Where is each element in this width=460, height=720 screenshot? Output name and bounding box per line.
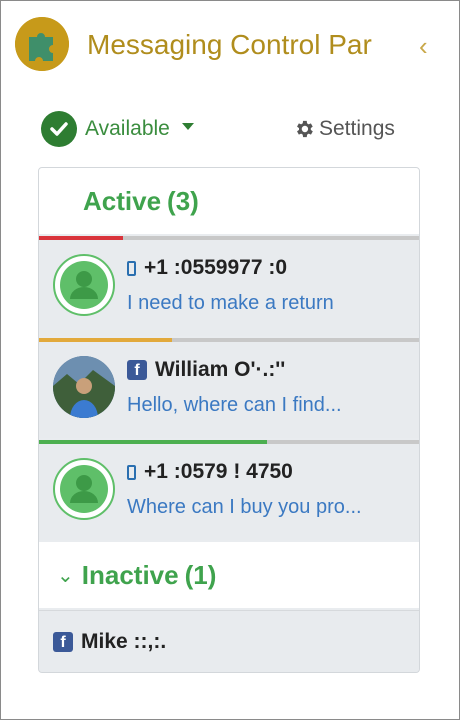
conversation-name: +1 :0579 ! 4750 xyxy=(144,460,293,483)
timer-bar xyxy=(39,440,419,444)
timer-bar-fill xyxy=(39,338,172,342)
conversation-item[interactable]: f William O'·.:'' Hello, where can I fin… xyxy=(39,338,419,438)
inactive-label: Inactive xyxy=(81,559,179,590)
conversation-list: Active (3) +1 :0559977 :0 I need to make… xyxy=(38,167,420,673)
inactive-conversation-item[interactable]: f Mike ::,:. xyxy=(39,610,419,672)
user-photo-avatar xyxy=(53,356,115,418)
timer-bar-fill xyxy=(39,440,267,444)
facebook-icon: f xyxy=(53,631,73,652)
conversation-name: William O'·.:'' xyxy=(155,358,286,381)
user-avatar-icon xyxy=(53,254,115,316)
user-avatar-icon xyxy=(53,458,115,520)
settings-button[interactable]: Settings xyxy=(293,117,395,141)
timer-bar-fill xyxy=(39,236,123,240)
inactive-count: (1) xyxy=(184,559,217,590)
settings-label: Settings xyxy=(319,117,395,140)
inactive-section-header[interactable]: ⌄ Inactive (1) xyxy=(39,542,419,608)
check-circle-icon xyxy=(41,111,77,147)
conversation-item[interactable]: +1 :0579 ! 4750 Where can I buy you pro.… xyxy=(39,440,419,540)
active-count: (3) xyxy=(167,185,199,216)
gear-icon xyxy=(297,120,313,138)
chevron-down-icon: ⌄ xyxy=(57,564,74,587)
messaging-panel-window: Messaging Control Par ‹ Available Settin… xyxy=(0,0,460,720)
active-section-header[interactable]: Active (3) xyxy=(39,168,419,234)
puzzle-logo-icon xyxy=(15,17,69,71)
conversation-preview: Where can I buy you pro... xyxy=(127,496,362,518)
availability-label: Available xyxy=(85,117,170,140)
facebook-icon: f xyxy=(127,360,147,380)
availability-dropdown[interactable]: Available xyxy=(41,109,194,149)
header: Messaging Control Par ‹ xyxy=(15,17,445,73)
conversation-preview: Hello, where can I find... xyxy=(127,394,342,416)
conversation-name: Mike ::,:. xyxy=(81,629,167,653)
caret-down-icon xyxy=(181,122,194,130)
timer-bar xyxy=(39,236,419,240)
conversation-name: +1 :0559977 :0 xyxy=(144,256,288,279)
mobile-phone-icon xyxy=(127,260,136,276)
mobile-phone-icon xyxy=(127,464,136,480)
active-label: Active xyxy=(83,185,162,216)
conversation-item[interactable]: +1 :0559977 :0 I need to make a return xyxy=(39,236,419,336)
conversation-preview: I need to make a return xyxy=(127,292,334,314)
collapse-chevron-icon[interactable]: ‹ xyxy=(419,31,428,62)
timer-bar xyxy=(39,338,419,342)
app-title: Messaging Control Par xyxy=(87,29,372,60)
